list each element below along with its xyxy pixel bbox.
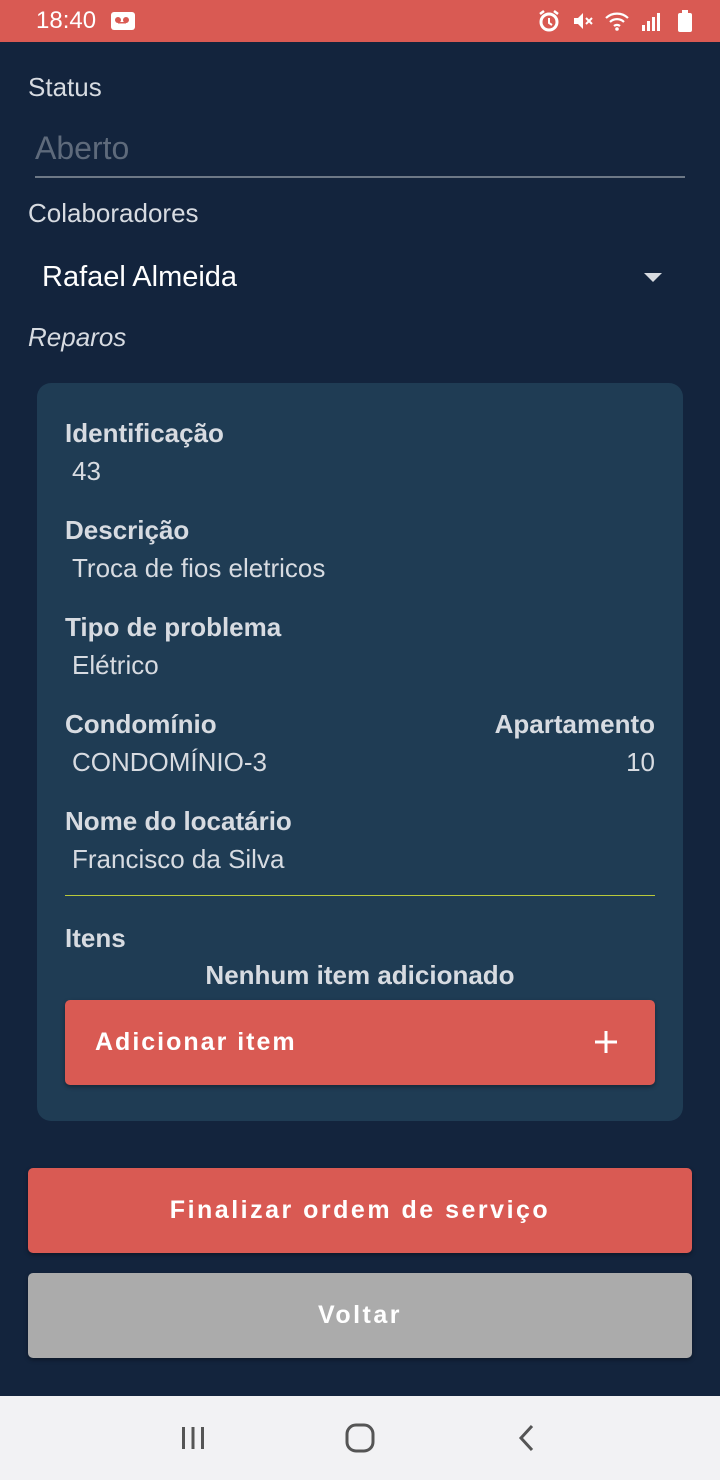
tenant-value: Francisco da Silva (72, 844, 285, 874)
status-bar-left: 18:40 (36, 7, 136, 35)
alarm-icon (536, 8, 562, 34)
back-button-label: Voltar (318, 1301, 402, 1329)
finish-order-label: Finalizar ordem de serviço (169, 1196, 551, 1224)
collaborators-label: Colaboradores (28, 198, 199, 228)
section-divider (65, 895, 655, 896)
status-bar-right (536, 8, 698, 34)
repairs-label: Reparos (28, 322, 127, 352)
add-item-button[interactable]: Adicionar item (65, 1000, 655, 1085)
apartment-value: 10 (626, 747, 655, 777)
items-label: Itens (65, 923, 126, 953)
no-items-message: Nenhum item adicionado (205, 960, 515, 990)
identification-label: Identificação (65, 418, 224, 448)
apartment-label: Apartamento (494, 709, 655, 739)
status-field: Aberto (35, 128, 685, 178)
plus-icon (593, 1024, 619, 1062)
back-button[interactable]: Voltar (28, 1273, 692, 1358)
collaborators-dropdown[interactable]: Rafael Almeida (28, 250, 692, 304)
repair-card: Identificação 43 Descrição Troca de fios… (37, 383, 683, 1121)
status-label: Status (28, 72, 102, 102)
signal-icon (638, 8, 664, 34)
home-icon[interactable] (330, 1408, 390, 1468)
finish-order-button[interactable]: Finalizar ordem de serviço (28, 1168, 692, 1253)
problem-type-value: Elétrico (72, 650, 159, 680)
description-value: Troca de fios eletricos (72, 553, 326, 583)
identification-value: 43 (72, 456, 101, 486)
wifi-icon (604, 8, 630, 34)
battery-icon (672, 8, 698, 34)
status-time: 18:40 (36, 7, 97, 34)
add-item-label: Adicionar item (95, 1028, 297, 1056)
description-label: Descrição (65, 515, 190, 545)
tenant-label: Nome do locatário (65, 806, 292, 836)
collaborator-selected-value: Rafael Almeida (42, 260, 238, 293)
voicemail-icon (110, 8, 136, 34)
condominium-value: CONDOMÍNIO-3 (72, 747, 267, 777)
condominium-label: Condomínio (65, 709, 217, 739)
recents-icon[interactable] (163, 1408, 223, 1468)
mute-icon (570, 8, 596, 34)
problem-type-label: Tipo de problema (65, 612, 282, 642)
status-bar: 18:40 (0, 0, 720, 42)
back-icon[interactable] (497, 1408, 557, 1468)
chevron-down-icon (644, 272, 662, 282)
navigation-bar (0, 1396, 720, 1480)
